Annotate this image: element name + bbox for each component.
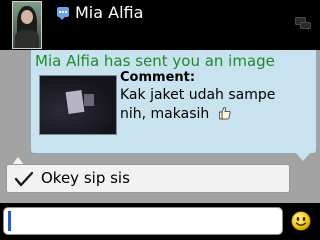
thumbs-up-icon [219, 107, 231, 120]
image-thumbnail[interactable] [39, 75, 117, 135]
checkmark-icon [14, 171, 34, 187]
contact-avatar[interactable] [12, 1, 42, 49]
comment-text-line: nih, makasih [120, 106, 210, 122]
comment-text-line: Kak jaket udah sampe [120, 87, 276, 103]
incoming-bubble-tail [296, 153, 310, 161]
text-cursor [8, 211, 11, 231]
bbm-chat-icon [57, 7, 69, 20]
smiley-icon[interactable] [291, 211, 311, 231]
comment-label: Comment: [120, 70, 196, 85]
image-sent-notice: Mia Alfia has sent you an image [35, 52, 275, 70]
chat-header [0, 0, 320, 50]
outgoing-message-text: Okey sip sis [41, 169, 130, 187]
contact-name: Mia Alfia [75, 3, 144, 22]
message-input[interactable] [3, 207, 283, 235]
chat-bubbles-icon[interactable] [295, 17, 311, 31]
